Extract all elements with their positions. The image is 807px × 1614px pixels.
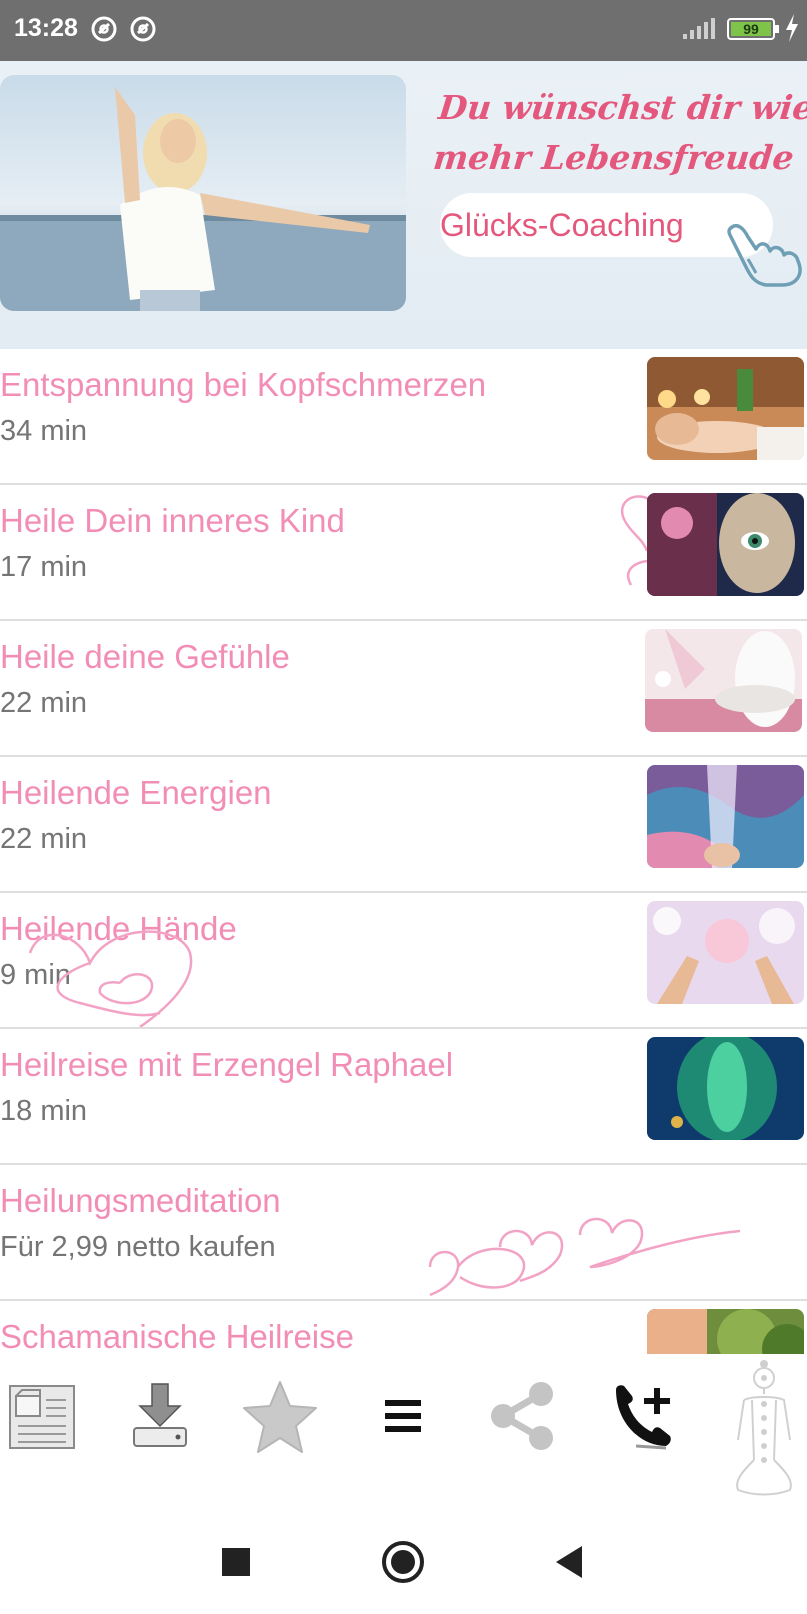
gluecks-coaching-button[interactable]: Glücks-Coaching <box>440 193 773 257</box>
list-item-title: Entspannung bei Kopfschmerzen <box>0 366 487 403</box>
list-item[interactable]: Heilungsmeditation Für 2,99 netto kaufen <box>0 1165 807 1301</box>
bottom-toolbar <box>0 1354 807 1510</box>
battery-icon: 99 <box>727 18 775 40</box>
list-item-title: Schamanische Heilreise <box>0 1318 354 1354</box>
list-item-duration: 34 min <box>0 415 88 447</box>
thumbnail-healing-hands <box>647 901 804 1004</box>
charging-bolt-icon <box>786 14 798 42</box>
meditation-list[interactable]: Entspannung bei Kopfschmerzen 34 min Hei… <box>0 349 807 1354</box>
banner-headline-line1: Du wünschst dir wieder <box>436 88 807 127</box>
list-item[interactable]: Schamanische Heilreise <box>0 1301 807 1354</box>
banner-photo-woman-at-sea <box>0 75 406 311</box>
list-item-title: Heilende Energien <box>0 774 272 811</box>
document-icon[interactable] <box>2 1376 82 1456</box>
list-item-price: Für 2,99 netto kaufen <box>0 1231 276 1263</box>
hearts-doodle-icon <box>428 1217 741 1297</box>
list-item-title: Heilungsmeditation <box>0 1182 281 1219</box>
list-item-duration: 22 min <box>0 823 88 855</box>
list-item[interactable]: Heilende Energien 22 min <box>0 757 807 893</box>
add-call-icon[interactable] <box>606 1376 686 1456</box>
at-sign-icon <box>130 16 156 42</box>
chakra-figure-icon[interactable] <box>724 1360 804 1504</box>
battery-level: 99 <box>731 22 771 36</box>
thumbnail-heal-feelings <box>645 629 802 732</box>
list-item[interactable]: Heile Dein inneres Kind 17 min <box>0 485 807 621</box>
banner-headline: Du wünschst dir wieder mehr Lebensfreude… <box>431 83 807 183</box>
signal-icon <box>683 18 715 39</box>
status-bar: 13:28 99 <box>0 0 807 61</box>
pointing-hand-icon <box>727 224 802 287</box>
list-item-title: Heilreise mit Erzengel Raphael <box>0 1046 454 1083</box>
promo-banner[interactable]: Du wünschst dir wieder mehr Lebensfreude… <box>0 61 807 349</box>
list-item-duration: 18 min <box>0 1095 88 1127</box>
download-icon[interactable] <box>120 1376 200 1456</box>
status-time: 13:28 <box>14 14 78 42</box>
banner-headline-line2: mehr Lebensfreude ? <box>431 138 807 177</box>
thumbnail-shamanic-journey <box>647 1309 804 1354</box>
list-item[interactable]: Heilreise mit Erzengel Raphael 18 min <box>0 1029 807 1165</box>
list-item-duration: 17 min <box>0 551 88 583</box>
star-icon[interactable] <box>240 1376 320 1456</box>
back-triangle-icon[interactable] <box>544 1536 596 1588</box>
at-sign-icon <box>91 16 117 42</box>
share-icon[interactable] <box>483 1376 563 1456</box>
menu-icon[interactable] <box>363 1376 443 1456</box>
list-item[interactable]: Heile deine Gefühle 22 min <box>0 621 807 757</box>
list-item-duration: 22 min <box>0 687 88 719</box>
thumbnail-archangel-raphael <box>647 1037 804 1140</box>
list-item[interactable]: Entspannung bei Kopfschmerzen 34 min <box>0 349 807 485</box>
list-item-title: Heile deine Gefühle <box>0 638 290 675</box>
list-item-title: Heile Dein inneres Kind <box>0 502 345 539</box>
heart-doodle-icon <box>28 930 193 1029</box>
cta-label: Glücks-Coaching <box>440 207 684 243</box>
thumbnail-relaxation-candles <box>647 357 804 460</box>
thumbnail-inner-child <box>647 493 804 596</box>
home-circle-icon[interactable] <box>377 1536 429 1588</box>
battery-tip <box>775 25 779 33</box>
system-navigation-bar <box>0 1508 807 1614</box>
list-item[interactable]: Heilende Hände 9 min <box>0 893 807 1029</box>
recents-square-icon[interactable] <box>210 1536 262 1588</box>
thumbnail-healing-energies <box>647 765 804 868</box>
